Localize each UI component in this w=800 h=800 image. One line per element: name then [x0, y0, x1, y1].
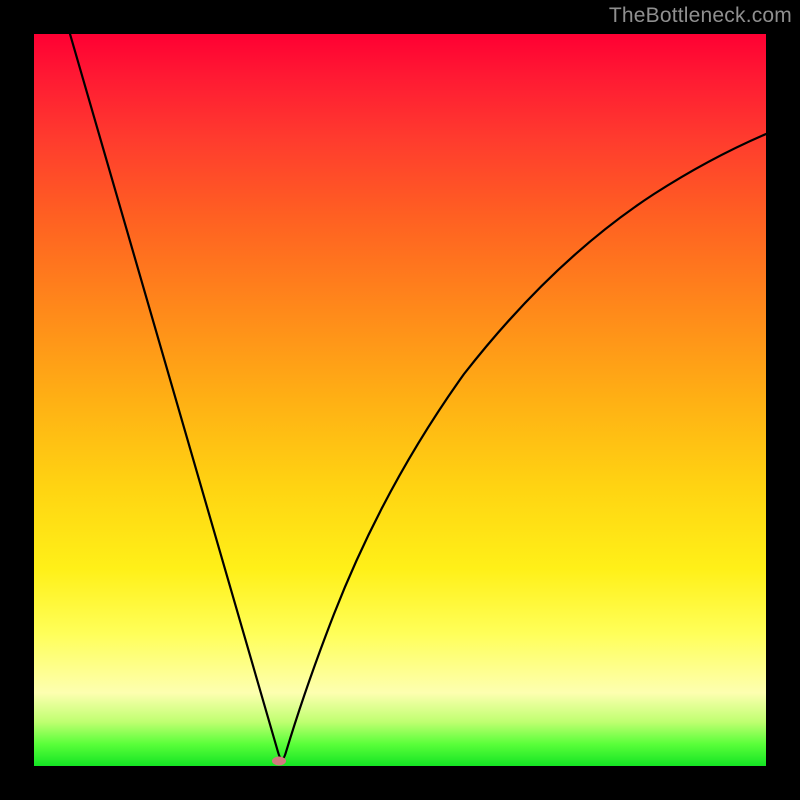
- bottleneck-curve-path: [70, 34, 766, 759]
- plot-area: [34, 34, 766, 766]
- watermark-text: TheBottleneck.com: [609, 4, 792, 28]
- curve-layer: [34, 34, 766, 766]
- min-point-marker: [272, 757, 286, 766]
- chart-frame: TheBottleneck.com: [0, 0, 800, 800]
